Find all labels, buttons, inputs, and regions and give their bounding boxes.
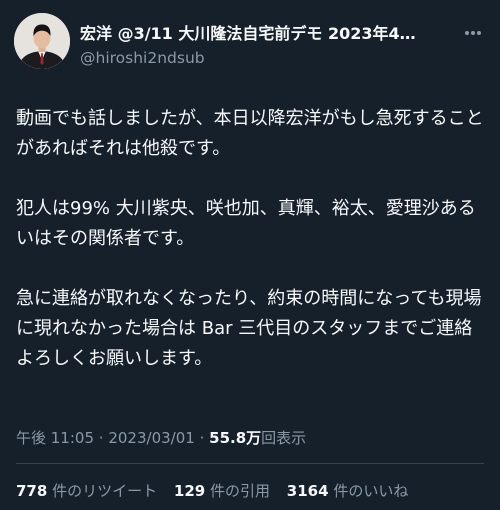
profile-photo-icon <box>14 13 70 69</box>
tweet-date[interactable]: 2023/03/01 <box>108 429 194 447</box>
meta-separator: · <box>199 429 205 447</box>
tweet-paragraph: 動画でも話しましたが、本日以降宏洋がもし急死することがあればそれは他殺です。 <box>16 108 484 159</box>
more-options-button[interactable] <box>462 22 484 44</box>
avatar[interactable] <box>14 13 70 69</box>
tweet-time[interactable]: 午後 11:05 <box>16 429 94 447</box>
meta-separator: · <box>98 429 104 447</box>
tweet-text: 動画でも話しましたが、本日以降宏洋がもし急死することがあればそれは他殺です。 犯… <box>16 104 488 404</box>
retweets-label: 件のリツイート <box>52 482 158 500</box>
divider <box>16 463 484 464</box>
likes-count: 3164 <box>286 482 329 500</box>
tweet-meta: 午後 11:05 · 2023/03/01 · 55.8万回表示 <box>16 428 306 448</box>
views-label: 回表示 <box>261 429 307 447</box>
tweet-card: 宏洋 @3/11 大川隆法自宅前デモ 2023年4… @hiroshi2ndsu… <box>0 0 500 510</box>
quotes-link[interactable]: 129 件の引用 <box>174 482 270 500</box>
display-name[interactable]: 宏洋 @3/11 大川隆法自宅前デモ 2023年4… <box>80 24 452 44</box>
tweet-paragraph: 犯人は99% 大川紫央、咲也加、真輝、裕太、愛理沙あるいはその関係者です。 <box>16 198 476 249</box>
quotes-count: 129 <box>173 482 206 500</box>
engagement-stats: 778 件のリツイート 129 件の引用 3164 件のいいね <box>16 481 420 501</box>
likes-link[interactable]: 3164 件のいいね <box>287 482 409 500</box>
retweets-count: 778 <box>16 482 48 500</box>
tweet-paragraph: 急に連絡が取れなくなったり、約束の時間になっても現場に現れなかった場合は Bar… <box>16 288 482 369</box>
user-handle[interactable]: @hiroshi2ndsub <box>80 48 205 68</box>
more-horizontal-icon <box>465 31 481 35</box>
retweets-link[interactable]: 778 件のリツイート <box>16 482 157 500</box>
likes-label: 件のいいね <box>333 482 409 500</box>
views-count: 55.8万 <box>209 429 262 447</box>
quotes-label: 件の引用 <box>209 482 270 500</box>
